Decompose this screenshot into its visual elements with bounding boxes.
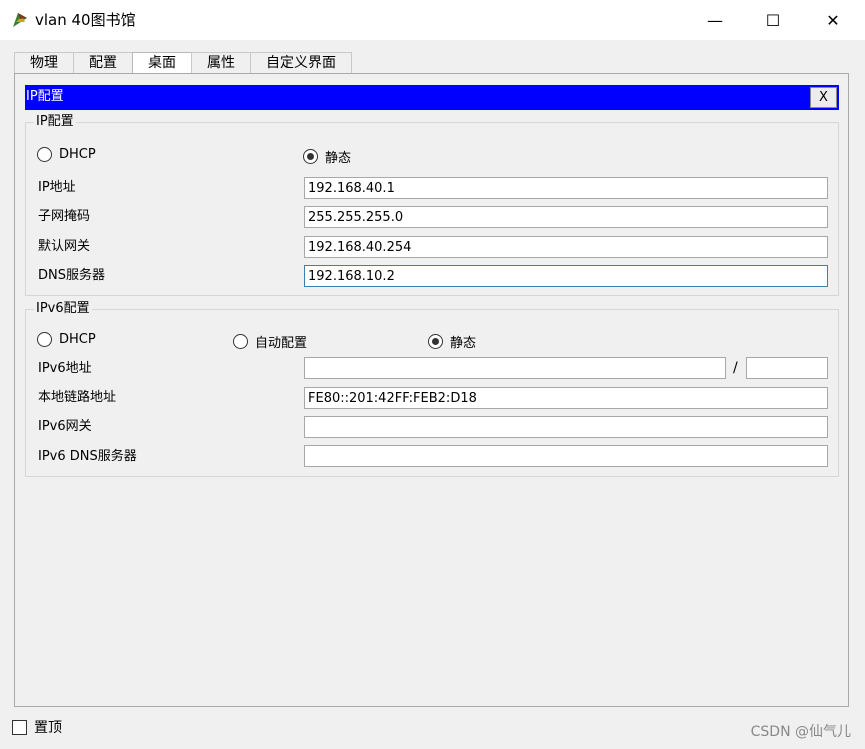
topmost-checkbox[interactable]: 置顶	[12, 717, 62, 737]
ip-address-input[interactable]	[304, 177, 828, 199]
ipv6-static-label: 静态	[450, 336, 477, 351]
radio-unchecked-icon	[37, 147, 52, 162]
watermark: CSDN @仙气儿	[750, 724, 851, 740]
link-local-label: 本地链路地址	[38, 390, 117, 405]
ipv6-address-input[interactable]	[304, 357, 726, 379]
ipv6-address-label: IPv6地址	[38, 361, 92, 376]
ipv6-gateway-label: IPv6网关	[38, 419, 92, 434]
tab-physical[interactable]: 物理	[14, 52, 74, 74]
close-window-button[interactable]: ✕	[804, 0, 862, 40]
tab-custom-interface[interactable]: 自定义界面	[250, 52, 352, 74]
radio-checked-icon	[303, 149, 318, 164]
radio-checked-icon	[428, 334, 443, 349]
ipv6-group: IPv6配置 DHCP 自动配置 静态 IPv6地址 / 本地链路地址 IPv6…	[25, 301, 839, 477]
link-local-input[interactable]	[304, 387, 828, 409]
ipv6-group-label: IPv6配置	[34, 301, 92, 317]
subnet-mask-label: 子网掩码	[38, 209, 91, 224]
tab-attributes[interactable]: 属性	[191, 52, 251, 74]
ipv4-group: IP配置 DHCP 静态 IP地址 子网掩码 默认网关 DNS服务器	[25, 114, 839, 296]
close-icon: ✕	[826, 10, 840, 30]
prefix-separator: /	[733, 360, 738, 376]
ipv6-dhcp-radio[interactable]: DHCP	[37, 332, 96, 347]
ipv4-static-label: 静态	[325, 151, 352, 166]
window-title: vlan 40图书馆	[35, 11, 136, 29]
minimize-icon: —	[707, 10, 723, 30]
radio-unchecked-icon	[37, 332, 52, 347]
ipv6-static-radio[interactable]: 静态	[428, 332, 476, 351]
minimize-button[interactable]: —	[686, 0, 744, 40]
default-gateway-label: 默认网关	[38, 239, 91, 254]
ipv4-static-radio[interactable]: 静态	[303, 147, 351, 166]
tab-bar: 物理 配置 桌面 属性 自定义界面	[14, 52, 352, 74]
ipv6-dns-input[interactable]	[304, 445, 828, 467]
ipv6-prefix-input[interactable]	[746, 357, 828, 379]
ipv6-gateway-input[interactable]	[304, 416, 828, 438]
default-gateway-input[interactable]	[304, 236, 828, 258]
dns-server-input[interactable]	[304, 265, 828, 287]
dns-server-label: DNS服务器	[38, 268, 105, 283]
title-bar: vlan 40图书馆 — ☐ ✕	[0, 0, 865, 40]
topmost-label: 置顶	[34, 720, 62, 736]
ipv4-dhcp-radio[interactable]: DHCP	[37, 147, 96, 162]
ipv6-dhcp-label: DHCP	[59, 332, 96, 347]
maximize-icon: ☐	[765, 10, 781, 30]
desktop-panel: IP配置 X IP配置 DHCP 静态 IP地址 子网掩码 默认网关 DNS服务…	[14, 73, 849, 707]
ipv4-group-label: IP配置	[34, 114, 76, 130]
app-icon	[13, 13, 27, 27]
ipv6-auto-radio[interactable]: 自动配置	[233, 332, 307, 351]
tab-config[interactable]: 配置	[73, 52, 133, 74]
ip-config-header: IP配置 X	[25, 85, 839, 110]
ip-address-label: IP地址	[38, 180, 76, 195]
ipv6-dns-label: IPv6 DNS服务器	[38, 449, 137, 464]
ipv6-auto-label: 自动配置	[255, 336, 308, 351]
checkbox-unchecked-icon	[12, 719, 27, 735]
maximize-button[interactable]: ☐	[744, 0, 802, 40]
ipv4-dhcp-label: DHCP	[59, 147, 96, 162]
ip-config-close-button[interactable]: X	[810, 87, 837, 108]
radio-unchecked-icon	[233, 334, 248, 349]
ip-config-title: IP配置	[26, 89, 64, 104]
subnet-mask-input[interactable]	[304, 206, 828, 228]
tab-desktop[interactable]: 桌面	[132, 52, 192, 74]
